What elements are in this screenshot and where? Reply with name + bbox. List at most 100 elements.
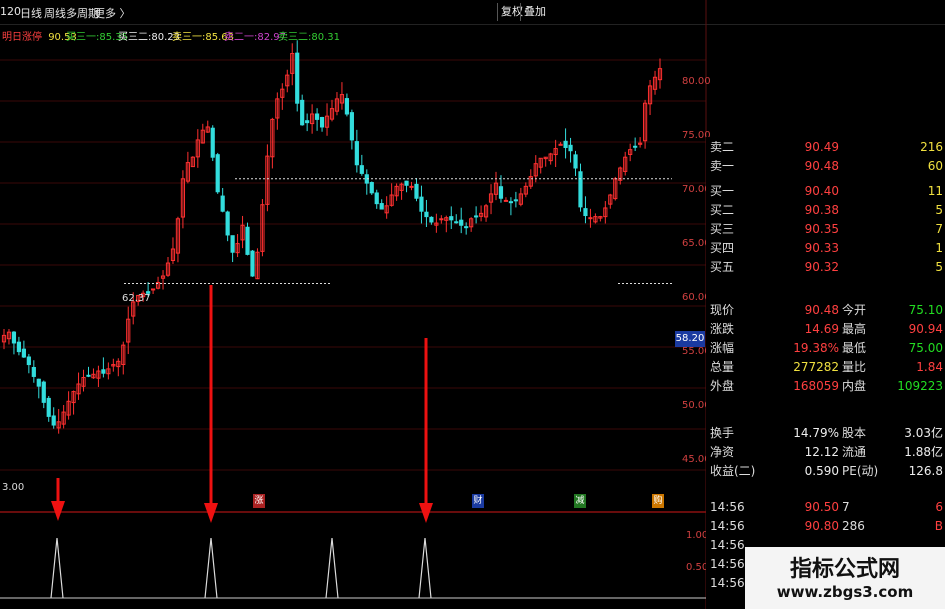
bid-price: 90.38 (804, 203, 839, 217)
candle-body (220, 195, 225, 212)
fundamental-row[interactable]: 净资 12.12 流通 1.88亿 (706, 443, 945, 461)
candle-body (86, 374, 91, 377)
bid-volume: 5 (935, 260, 943, 274)
candle-body (409, 185, 414, 188)
stat-label: 涨跌 (710, 322, 735, 336)
fund-label-2: 流通 (842, 445, 867, 459)
candle-body (36, 378, 41, 387)
candle-body (150, 288, 156, 291)
price-annotation-low: 3.00 (2, 482, 25, 493)
marker-limit-up[interactable]: 涨 (253, 494, 265, 508)
fund-value-2: 3.03亿 (904, 426, 943, 440)
fund-value: 0.590 (804, 464, 839, 478)
marker-buyback[interactable]: 购 (652, 494, 664, 508)
stat-value: 90.48 (804, 303, 839, 317)
candle-body (414, 183, 419, 199)
stat-row[interactable]: 总量 277282 量比 1.84 (706, 358, 945, 376)
bid-price: 90.35 (804, 222, 839, 236)
candle-body (300, 99, 305, 126)
stat-value-2: 1.84 (916, 360, 943, 374)
bid-row[interactable]: 买二 90.38 5 (706, 201, 945, 219)
candle-body (454, 221, 459, 224)
ask-row[interactable]: 卖二 90.49 216 (706, 138, 945, 156)
tick-time: 14:56 (710, 538, 745, 552)
stat-row[interactable]: 涨跌 14.69 最高 90.94 (706, 320, 945, 338)
candle-body (26, 356, 31, 366)
candle-body (11, 331, 17, 344)
fundamental-row[interactable]: 换手 14.79% 股本 3.03亿 (706, 424, 945, 442)
candle-body (508, 201, 514, 204)
candle-body (369, 182, 374, 194)
candle-body (459, 219, 464, 226)
bid-row[interactable]: 买一 90.40 11 (706, 182, 945, 200)
price-annotation-high: 62.37 (122, 293, 151, 304)
tick-row[interactable]: 14:56 90.80 286 B (706, 517, 945, 535)
tick-time: 14:56 (710, 519, 745, 533)
candle-body (314, 113, 320, 120)
y-tick-label: 80.00 (682, 75, 711, 87)
marker-finance[interactable]: 财 (472, 494, 484, 508)
stat-row[interactable]: 外盘 168059 内盘 109223 (706, 377, 945, 395)
bid-volume: 1 (935, 241, 943, 255)
ask-row[interactable]: 卖一 90.48 60 (706, 157, 945, 175)
tick-time: 14:56 (710, 500, 745, 514)
candle-body (295, 52, 300, 104)
ask-label: 卖二 (710, 140, 735, 154)
stat-value-2: 75.10 (908, 303, 943, 317)
signal-arrow-head (204, 503, 218, 523)
fund-label-2: PE(动) (842, 464, 879, 478)
candle-body (215, 154, 220, 193)
candle-body (503, 199, 509, 202)
tick-volume: 7 (842, 500, 850, 514)
stat-row[interactable]: 涨幅 19.38% 最低 75.00 (706, 339, 945, 357)
candle-body (449, 216, 454, 221)
tick-time: 14:56 (710, 576, 745, 590)
candle-body (419, 196, 424, 212)
fund-label: 收益(二) (710, 464, 756, 478)
stat-value: 19.38% (793, 341, 839, 355)
candle-body (21, 348, 26, 358)
sub-y-tick-label: 0.50 (686, 562, 709, 573)
fundamental-row[interactable]: 收益(二) 0.590 PE(动) 126.8 (706, 462, 945, 480)
bid-row[interactable]: 买五 90.32 5 (706, 258, 945, 276)
sub-y-tick-label: 1.00 (686, 530, 709, 541)
marker-reduce[interactable]: 减 (574, 494, 586, 508)
candle-body (305, 120, 310, 124)
candle-body (513, 199, 518, 202)
tick-flag: 6 (935, 500, 943, 514)
bid-row[interactable]: 买三 90.35 7 (706, 220, 945, 238)
candle-body (41, 381, 46, 403)
candle-body (633, 145, 638, 148)
stat-value-2: 90.94 (908, 322, 943, 336)
bid-label: 买一 (710, 184, 735, 198)
candle-body (573, 154, 578, 169)
bid-label: 买三 (710, 222, 735, 236)
bid-row[interactable]: 买四 90.33 1 (706, 239, 945, 257)
stat-label-2: 最高 (842, 322, 867, 336)
candle-body (498, 186, 504, 199)
candle-body (354, 141, 359, 166)
ask-volume: 216 (920, 140, 943, 154)
fund-value-2: 126.8 (908, 464, 943, 478)
candle-body (474, 215, 479, 218)
signal-arrow-head (419, 503, 433, 523)
stat-row[interactable]: 现价 90.48 今开 75.10 (706, 301, 945, 319)
fund-label: 换手 (710, 426, 735, 440)
signal-arrow-head (51, 501, 65, 521)
bid-label: 买四 (710, 241, 735, 255)
tick-row[interactable]: 14:56 90.50 7 6 (706, 498, 945, 516)
signal-spike (325, 537, 339, 599)
candle-body (319, 116, 325, 128)
bid-label: 买二 (710, 203, 735, 217)
bid-volume: 5 (935, 203, 943, 217)
candle-body (230, 235, 235, 253)
candle-body (464, 226, 469, 229)
candle-body (101, 369, 106, 374)
candle-body (439, 218, 444, 221)
ask-volume: 60 (927, 159, 943, 173)
candle-body (210, 127, 215, 158)
stat-label-2: 最低 (842, 341, 867, 355)
tick-time: 14:56 (710, 557, 745, 571)
bid-volume: 7 (935, 222, 943, 236)
stat-value-2: 75.00 (908, 341, 943, 355)
